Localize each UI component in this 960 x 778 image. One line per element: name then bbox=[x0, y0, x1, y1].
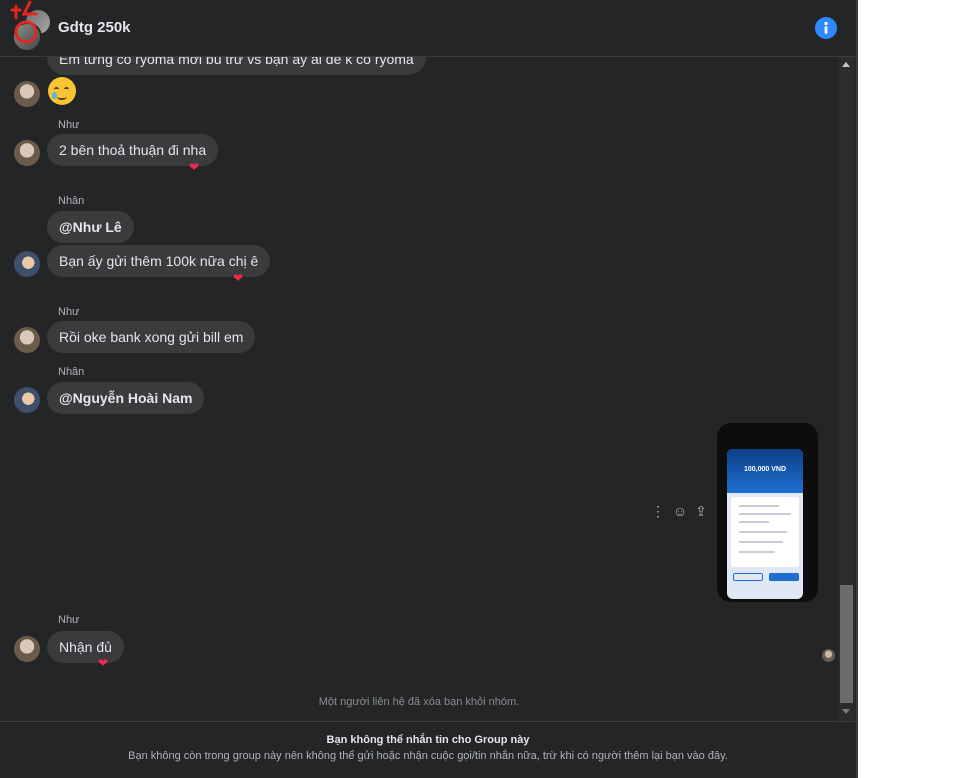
chat-window: Gdtg 250k Em từng có ryoma mới bù trừ vs… bbox=[0, 0, 856, 778]
message-list: Em từng có ryoma mới bù trừ vs bạn ấy ai… bbox=[0, 57, 838, 721]
avatar[interactable] bbox=[14, 81, 40, 107]
bank-receipt-screenshot: 100,000 VND bbox=[727, 449, 803, 599]
heart-reaction-icon[interactable]: ❤ bbox=[189, 161, 199, 173]
more-options-icon[interactable]: ⋮ bbox=[650, 503, 666, 519]
avatar[interactable] bbox=[14, 327, 40, 353]
scrollbar[interactable] bbox=[838, 57, 855, 721]
sender-name: Như bbox=[58, 306, 80, 318]
avatar[interactable] bbox=[14, 251, 40, 277]
react-icon[interactable]: ☺ bbox=[672, 503, 688, 519]
red-annotation-scribble bbox=[10, 0, 38, 44]
message-bubble[interactable]: Rồi oke bank xong gửi bill em bbox=[47, 321, 256, 353]
message-bubble[interactable]: Nhận đủ bbox=[47, 631, 124, 663]
window-border bbox=[856, 0, 858, 778]
chat-title[interactable]: Gdtg 250k bbox=[58, 19, 131, 36]
crying-smile-emoji-icon bbox=[48, 77, 76, 105]
message-bubble[interactable]: @Nguyễn Hoài Nam bbox=[47, 382, 205, 414]
sender-name: Nhân bbox=[58, 195, 85, 207]
avatar[interactable] bbox=[14, 636, 40, 662]
scrollbar-thumb[interactable] bbox=[840, 585, 853, 703]
footer-title: Bạn không thể nhắn tin cho Group này bbox=[326, 734, 530, 746]
system-notice: Một người liên hệ đã xóa bạn khỏi nhóm. bbox=[318, 696, 520, 708]
share-icon[interactable]: ⇪ bbox=[693, 503, 709, 519]
info-button[interactable] bbox=[815, 17, 837, 39]
sender-name: Nhân bbox=[58, 366, 85, 378]
sender-name: Như bbox=[58, 614, 80, 626]
seen-avatar bbox=[822, 649, 835, 662]
sender-name: Như bbox=[58, 119, 80, 131]
receipt-amount: 100,000 VND bbox=[743, 466, 787, 473]
message-actions: ⋮ ☺ ⇪ bbox=[650, 503, 710, 521]
heart-reaction-icon[interactable]: ❤ bbox=[233, 272, 243, 284]
message-bubble[interactable]: @Như Lê bbox=[47, 211, 134, 243]
info-icon bbox=[824, 21, 828, 34]
avatar[interactable] bbox=[14, 140, 40, 166]
heart-reaction-icon[interactable]: ❤ bbox=[98, 657, 108, 669]
chat-header: Gdtg 250k bbox=[0, 0, 856, 57]
avatar[interactable] bbox=[14, 387, 40, 413]
scroll-up-arrow-icon[interactable] bbox=[842, 62, 850, 67]
message-bubble: Em từng có ryoma mới bù trừ vs bạn ấy ai… bbox=[47, 57, 426, 75]
image-message[interactable]: 100,000 VND bbox=[717, 423, 818, 602]
scroll-down-arrow-icon[interactable] bbox=[842, 709, 850, 714]
footer-detail: Bạn không còn trong group này nên không … bbox=[128, 750, 728, 762]
blocked-footer: Bạn không thể nhắn tin cho Group này Bạn… bbox=[0, 721, 856, 778]
